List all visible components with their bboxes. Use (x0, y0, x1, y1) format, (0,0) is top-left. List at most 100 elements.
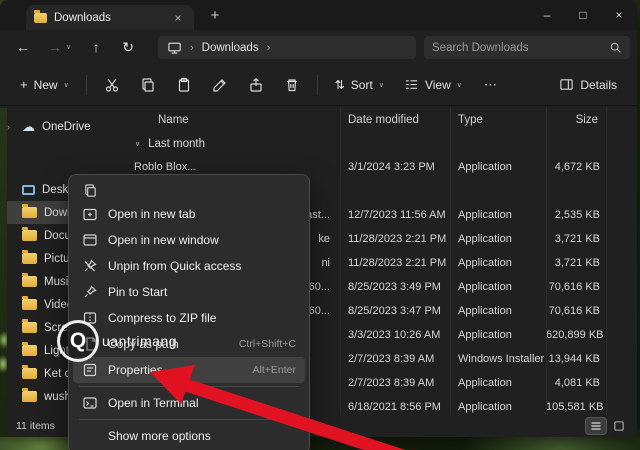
file-size: 3,721 KB (546, 257, 606, 269)
folder-icon (22, 322, 37, 333)
explorer-tab[interactable]: Downloads × (26, 5, 194, 30)
column-divider[interactable] (546, 107, 547, 415)
folder-icon (22, 391, 37, 402)
menu-item-open-in-new-window[interactable]: Open in new window (73, 227, 305, 253)
view-toggles (586, 418, 629, 434)
forward-button[interactable]: → (46, 39, 64, 55)
view-button-label: View (425, 78, 451, 92)
view-button[interactable]: View ∨ (398, 73, 468, 96)
column-header-date-modified[interactable]: Date modified (340, 114, 450, 126)
column-divider[interactable] (340, 107, 341, 415)
column-divider[interactable] (450, 107, 451, 415)
menu-separator (79, 386, 299, 387)
history-chevron-icon[interactable]: ∨ (66, 43, 71, 51)
shortcut-label: Alt+Enter (253, 364, 296, 376)
file-date: 12/7/2023 11:56 AM (340, 209, 450, 221)
file-size: 105,581 KB (546, 401, 606, 413)
file-type: Windows Installer ... (450, 353, 546, 365)
properties-icon (82, 362, 98, 378)
file-size: 620,899 KB (546, 329, 606, 341)
refresh-button[interactable]: ↻ (119, 39, 137, 56)
plus-icon: + (20, 77, 28, 92)
menu-item-copy-as-path[interactable]: Copy as path Ctrl+Shift+C (73, 331, 305, 357)
search-icon (609, 41, 622, 54)
sidebar-item-onedrive[interactable]: › ☁ OneDrive (0, 115, 128, 138)
column-divider[interactable] (606, 107, 607, 415)
menu-item-open-in-terminal[interactable]: Open in Terminal (73, 390, 305, 416)
column-headers: Name Date modified Type Size (128, 107, 637, 133)
file-type: Application (450, 377, 546, 389)
file-type: Application (450, 209, 546, 221)
up-button[interactable]: ↑ (87, 39, 105, 55)
file-date: 3/1/2024 3:23 PM (340, 161, 450, 173)
menu-item-label: Compress to ZIP file (108, 311, 216, 325)
menu-item-pin-to-start[interactable]: Pin to Start (73, 279, 305, 305)
menu-item-unpin-from-quick-access[interactable]: Unpin from Quick access (73, 253, 305, 279)
search-input[interactable] (432, 42, 603, 54)
back-button[interactable]: ← (14, 39, 32, 55)
menu-item-show-more-options[interactable]: Show more options (73, 423, 305, 449)
group-header-last-month[interactable]: ∨ Last month (128, 133, 637, 155)
desktop: { "titlebar": { "tab_title": "Downloads"… (0, 0, 640, 450)
maximize-button[interactable]: □ (565, 0, 601, 30)
share-button[interactable] (242, 73, 270, 97)
copy-icon (83, 183, 98, 198)
context-menu: Open in new tab Open in new window Unpin… (68, 174, 310, 450)
shortcut-label: Ctrl+Shift+C (239, 338, 296, 350)
terminal-icon (82, 395, 98, 411)
copy-quick-button[interactable] (75, 179, 105, 201)
details-button-label: Details (580, 78, 617, 92)
new-tab-button[interactable]: + (204, 4, 226, 26)
column-header-size[interactable]: Size (546, 114, 606, 126)
onedrive-cloud-icon: ☁ (22, 119, 35, 135)
breadcrumb[interactable]: › Downloads › (158, 36, 416, 59)
view-icon (404, 77, 419, 92)
close-button[interactable]: × (601, 0, 637, 30)
group-label: Last month (148, 138, 205, 150)
sort-button[interactable]: ⇅ Sort ∨ (329, 74, 390, 96)
file-type: Application (450, 329, 546, 341)
see-more-button[interactable]: ⋯ (476, 73, 505, 97)
context-menu-quick-actions (73, 179, 305, 201)
copy-icon (140, 77, 156, 93)
group-chevron-icon[interactable]: ∨ (135, 140, 140, 148)
file-size: 70,616 KB (546, 305, 606, 317)
cut-button[interactable] (98, 73, 126, 97)
chevron-down-icon: ∨ (64, 81, 69, 89)
expand-chevron-icon[interactable]: › (7, 122, 10, 132)
file-date: 8/25/2023 3:47 PM (340, 305, 450, 317)
file-date: 3/3/2023 10:26 AM (340, 329, 450, 341)
tab-close-icon[interactable]: × (170, 11, 186, 25)
rename-button[interactable] (206, 73, 234, 97)
menu-item-open-in-new-tab[interactable]: Open in new tab (73, 201, 305, 227)
copy-button[interactable] (134, 73, 162, 97)
details-pane-button[interactable]: Details (553, 73, 623, 96)
column-header-name[interactable]: Name (128, 114, 340, 126)
file-type: Application (450, 233, 546, 245)
file-type: Application (450, 305, 546, 317)
delete-button[interactable] (278, 73, 306, 97)
paste-button[interactable] (170, 73, 198, 97)
file-size: 3,721 KB (546, 233, 606, 245)
column-header-type[interactable]: Type (450, 114, 546, 126)
new-button[interactable]: + New ∨ (14, 73, 75, 96)
desktop-icon (22, 185, 35, 195)
search-box[interactable] (424, 36, 630, 59)
file-type: Application (450, 281, 546, 293)
menu-item-label: Properties (108, 363, 163, 377)
minimize-button[interactable]: – (529, 0, 565, 30)
sort-button-label: Sort (351, 78, 373, 92)
new-window-icon (82, 232, 98, 248)
menu-item-properties[interactable]: Properties Alt+Enter (73, 357, 305, 383)
new-tab-icon (82, 206, 98, 222)
chevron-down-icon: ∨ (379, 81, 384, 89)
sidebar-item-label: Light (44, 345, 69, 357)
toolbar-divider (317, 75, 318, 95)
thumbnails-view-toggle[interactable] (609, 418, 629, 434)
documents-folder-icon (22, 230, 37, 241)
breadcrumb-chevron-icon[interactable]: › (267, 42, 271, 54)
desktop-wallpaper-strip (0, 108, 7, 437)
breadcrumb-folder[interactable]: Downloads (202, 42, 259, 54)
menu-item-compress-to-zip[interactable]: Compress to ZIP file (73, 305, 305, 331)
details-view-toggle[interactable] (586, 418, 606, 434)
